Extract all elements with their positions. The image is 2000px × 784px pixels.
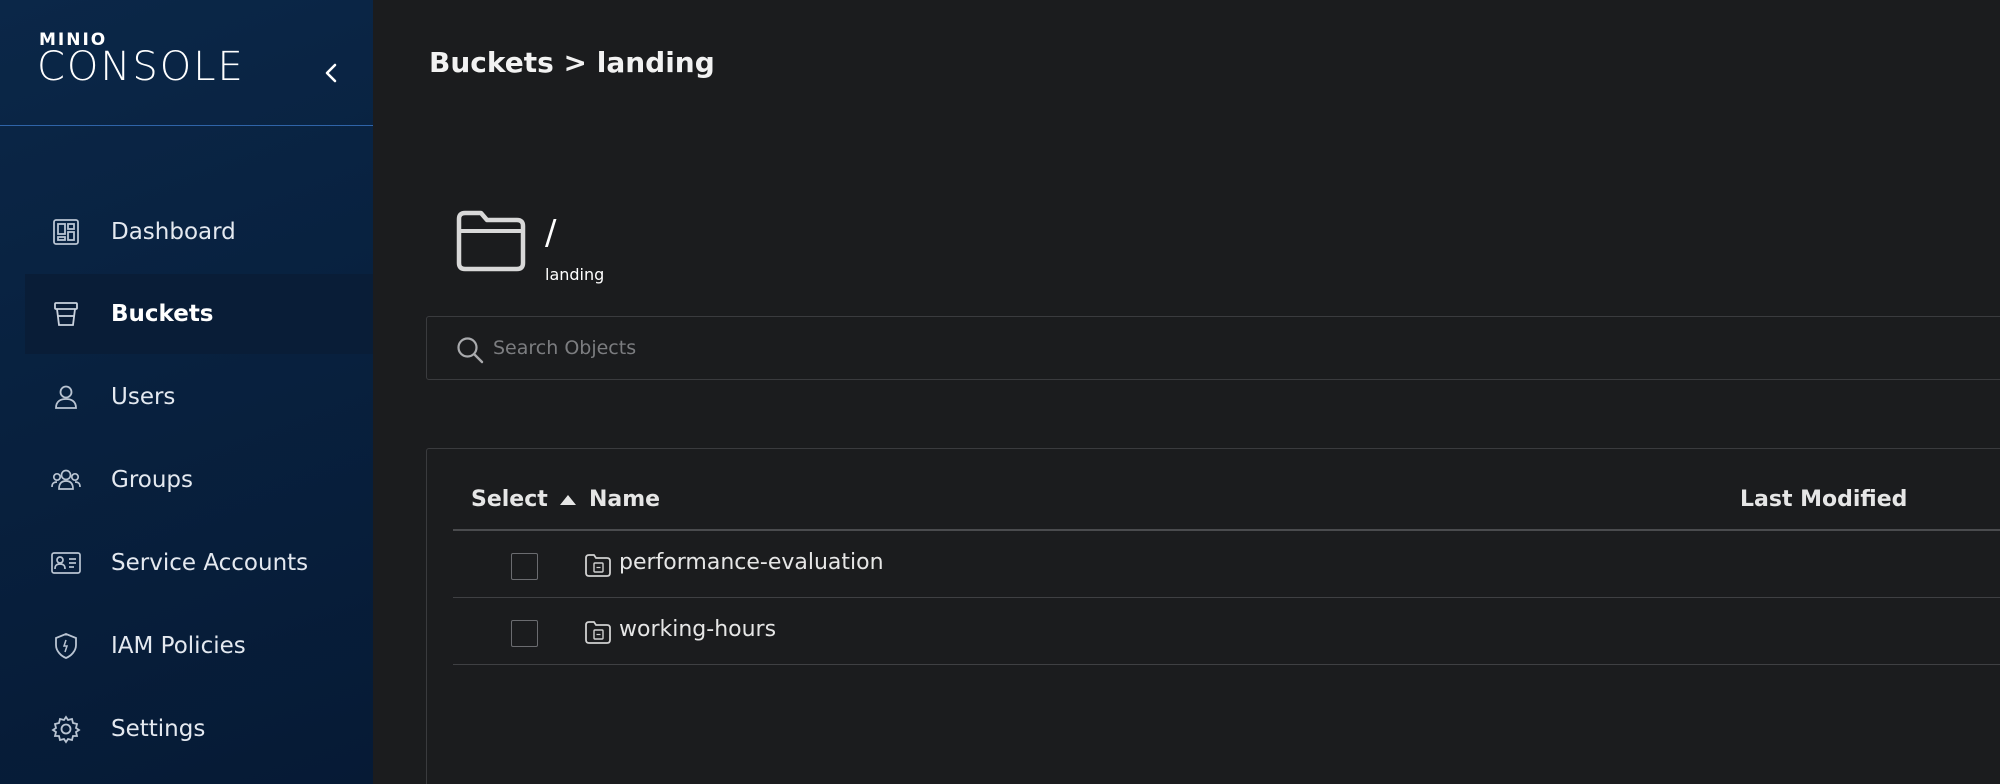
gear-icon (49, 712, 83, 746)
sidebar: MINIO CONSOLE Dashboard Buckets Users Gr… (0, 0, 373, 784)
sidebar-item-groups[interactable]: Groups (25, 440, 373, 520)
logo-product: CONSOLE (37, 44, 245, 90)
sidebar-item-label: IAM Policies (111, 633, 246, 659)
sidebar-item-label: Groups (111, 467, 194, 493)
sidebar-item-label: Buckets (111, 301, 214, 327)
folder-icon (585, 621, 611, 644)
dashboard-icon (49, 215, 83, 249)
bucket-name: landing (545, 265, 605, 284)
chevron-left-icon (325, 63, 337, 83)
sidebar-item-dashboard[interactable]: Dashboard (25, 192, 373, 272)
sidebar-item-label: Dashboard (111, 219, 236, 245)
row-select-checkbox[interactable] (511, 620, 538, 647)
sidebar-item-label: Users (111, 384, 176, 410)
sidebar-item-label: Service Accounts (111, 550, 309, 576)
column-header-select: Select (471, 487, 548, 512)
sidebar-item-iam-policies[interactable]: IAM Policies (25, 606, 373, 686)
sort-ascending-icon (560, 494, 576, 505)
objects-table: Select Name Last Modified performance-ev… (426, 448, 2000, 784)
sidebar-item-users[interactable]: Users (25, 357, 373, 437)
table-row[interactable]: working-hours (453, 599, 2000, 665)
user-icon (49, 380, 83, 414)
search-box (426, 316, 2000, 380)
object-name[interactable]: performance-evaluation (619, 550, 884, 575)
object-name[interactable]: working-hours (619, 617, 776, 642)
folder-icon (585, 554, 611, 577)
search-input[interactable] (493, 317, 1893, 379)
search-icon (457, 337, 484, 364)
main-content: Buckets > landing / landing Select Name (373, 0, 2000, 784)
row-select-checkbox[interactable] (511, 553, 538, 580)
sidebar-item-buckets[interactable]: Buckets (25, 274, 373, 354)
collapse-sidebar-button[interactable] (318, 58, 344, 88)
sidebar-item-service-accounts[interactable]: Service Accounts (25, 523, 373, 603)
logo: MINIO CONSOLE (0, 0, 373, 126)
folder-icon (456, 210, 526, 272)
column-header-name[interactable]: Name (559, 487, 660, 512)
groups-icon (49, 463, 83, 497)
column-header-name-label: Name (589, 487, 661, 512)
bucket-icon (49, 297, 83, 331)
column-header-last-modified[interactable]: Last Modified (1740, 487, 1907, 512)
breadcrumb: Buckets > landing (429, 46, 715, 79)
table-row[interactable]: performance-evaluation (453, 532, 2000, 598)
header-divider (453, 529, 2000, 531)
current-path: / (545, 213, 557, 253)
sidebar-item-label: Settings (111, 716, 206, 742)
shield-icon (49, 629, 83, 663)
sidebar-item-settings[interactable]: Settings (25, 689, 373, 769)
service-accounts-icon (49, 546, 83, 580)
